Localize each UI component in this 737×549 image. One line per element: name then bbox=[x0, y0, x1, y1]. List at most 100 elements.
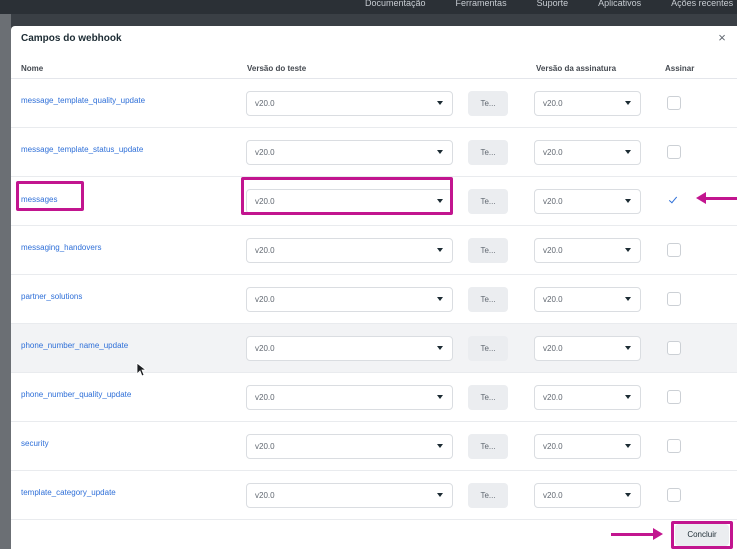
table-row: message_template_status_update v20.0 Te...… bbox=[11, 128, 737, 177]
test-version-value: v20.0 bbox=[255, 246, 275, 255]
test-version-select[interactable]: v20.0 bbox=[246, 140, 453, 165]
test-button[interactable]: Te... bbox=[468, 140, 508, 165]
test-version-select[interactable]: v20.0 bbox=[246, 385, 453, 410]
test-version-value: v20.0 bbox=[255, 344, 275, 353]
subscribe-checkbox[interactable] bbox=[667, 243, 681, 257]
top-nav-item-apps[interactable]: Aplicativos bbox=[598, 0, 641, 8]
subscribe-checkbox[interactable] bbox=[667, 145, 681, 159]
field-name-link[interactable]: template_category_update bbox=[21, 488, 116, 497]
background-page bbox=[0, 14, 11, 549]
field-name-link[interactable]: message_template_status_update bbox=[21, 145, 143, 154]
chevron-down-icon bbox=[625, 248, 631, 252]
test-button[interactable]: Te... bbox=[468, 434, 508, 459]
webhook-fields-modal: Campos do webhook × Nome Versão do teste… bbox=[11, 26, 737, 549]
test-version-select[interactable]: v20.0 bbox=[246, 189, 453, 214]
test-version-value: v20.0 bbox=[255, 148, 275, 157]
modal-title: Campos do webhook bbox=[21, 33, 122, 44]
test-button[interactable]: Te... bbox=[468, 483, 508, 508]
field-name-link[interactable]: messages bbox=[21, 195, 57, 204]
subscription-version-select[interactable]: v20.0 bbox=[534, 140, 641, 165]
subscription-version-value: v20.0 bbox=[543, 393, 563, 402]
subscribe-checkbox[interactable] bbox=[667, 439, 681, 453]
chevron-down-icon bbox=[625, 395, 631, 399]
chevron-down-icon bbox=[625, 199, 631, 203]
field-name-link[interactable]: security bbox=[21, 439, 49, 448]
subscription-version-select[interactable]: v20.0 bbox=[534, 91, 641, 116]
subscription-version-select[interactable]: v20.0 bbox=[534, 385, 641, 410]
test-button[interactable]: Te... bbox=[468, 287, 508, 312]
subscribe-checkbox[interactable] bbox=[667, 341, 681, 355]
test-version-select[interactable]: v20.0 bbox=[246, 287, 453, 312]
field-name-link[interactable]: partner_solutions bbox=[21, 292, 82, 301]
top-nav-item-support[interactable]: Suporte bbox=[537, 0, 569, 8]
chevron-down-icon bbox=[437, 444, 443, 448]
test-button[interactable]: Te... bbox=[468, 238, 508, 263]
chevron-down-icon bbox=[437, 101, 443, 105]
subscription-version-select[interactable]: v20.0 bbox=[534, 189, 641, 214]
column-header-test-version: Versão do teste bbox=[247, 64, 307, 73]
subscription-version-value: v20.0 bbox=[543, 246, 563, 255]
test-version-value: v20.0 bbox=[255, 295, 275, 304]
chevron-down-icon bbox=[625, 101, 631, 105]
subscribe-checkbox[interactable] bbox=[667, 194, 681, 208]
subscribe-checkbox[interactable] bbox=[667, 292, 681, 306]
subscribe-checkbox[interactable] bbox=[667, 96, 681, 110]
subscription-version-value: v20.0 bbox=[543, 148, 563, 157]
test-version-value: v20.0 bbox=[255, 491, 275, 500]
table-row: security v20.0 Te... v20.0 bbox=[11, 422, 737, 471]
table-row: phone_number_quality_update v20.0 Te... v20… bbox=[11, 373, 737, 422]
chevron-down-icon bbox=[437, 248, 443, 252]
chevron-down-icon bbox=[625, 493, 631, 497]
subscribe-checkbox[interactable] bbox=[667, 488, 681, 502]
subscription-version-select[interactable]: v20.0 bbox=[534, 238, 641, 263]
test-version-select[interactable]: v20.0 bbox=[246, 336, 453, 361]
subscribe-checkbox[interactable] bbox=[667, 390, 681, 404]
test-version-select[interactable]: v20.0 bbox=[246, 91, 453, 116]
table-row: message_template_quality_update v20.0 Te..… bbox=[11, 79, 737, 128]
subscription-version-select[interactable]: v20.0 bbox=[534, 434, 641, 459]
subscription-version-value: v20.0 bbox=[543, 344, 563, 353]
close-icon[interactable]: × bbox=[713, 29, 731, 47]
subscription-version-value: v20.0 bbox=[543, 442, 563, 451]
test-version-value: v20.0 bbox=[255, 393, 275, 402]
table-row: messaging_handovers v20.0 Te... v20.0 bbox=[11, 226, 737, 275]
column-header-subscribe: Assinar bbox=[665, 64, 695, 73]
modal-header: Campos do webhook × bbox=[11, 26, 737, 56]
test-version-select[interactable]: v20.0 bbox=[246, 483, 453, 508]
test-version-value: v20.0 bbox=[255, 99, 275, 108]
test-version-select[interactable]: v20.0 bbox=[246, 238, 453, 263]
test-button[interactable]: Te... bbox=[468, 91, 508, 116]
top-nav-item-recent[interactable]: Ações recentes bbox=[671, 0, 733, 8]
subscription-version-select[interactable]: v20.0 bbox=[534, 287, 641, 312]
table-row: partner_solutions v20.0 Te... v20.0 bbox=[11, 275, 737, 324]
chevron-down-icon bbox=[437, 297, 443, 301]
subscription-version-value: v20.0 bbox=[543, 491, 563, 500]
field-name-link[interactable]: phone_number_name_update bbox=[21, 341, 128, 350]
test-version-value: v20.0 bbox=[255, 442, 275, 451]
subscription-version-select[interactable]: v20.0 bbox=[534, 483, 641, 508]
table-row: template_category_update v20.0 Te... v20.0 bbox=[11, 471, 737, 520]
chevron-down-icon bbox=[437, 395, 443, 399]
subscription-version-value: v20.0 bbox=[543, 197, 563, 206]
top-nav-item-tools[interactable]: Ferramentas bbox=[456, 0, 507, 8]
test-button[interactable]: Te... bbox=[468, 385, 508, 410]
table-row: phone_number_name_update v20.0 Te... v20.0 bbox=[11, 324, 737, 373]
test-version-select[interactable]: v20.0 bbox=[246, 434, 453, 459]
checkmark-icon bbox=[668, 194, 678, 204]
test-button[interactable]: Te... bbox=[468, 189, 508, 214]
done-button[interactable]: Concluir bbox=[675, 524, 729, 546]
chevron-down-icon bbox=[437, 199, 443, 203]
test-button[interactable]: Te... bbox=[468, 336, 508, 361]
field-name-link[interactable]: message_template_quality_update bbox=[21, 96, 145, 105]
top-nav: Documentação Ferramentas Suporte Aplicat… bbox=[365, 0, 733, 14]
top-nav-bar: Documentação Ferramentas Suporte Aplicat… bbox=[0, 0, 737, 14]
chevron-down-icon bbox=[437, 346, 443, 350]
mouse-pointer-icon bbox=[136, 362, 148, 377]
subscription-version-select[interactable]: v20.0 bbox=[534, 336, 641, 361]
chevron-down-icon bbox=[437, 493, 443, 497]
top-nav-item-docs[interactable]: Documentação bbox=[365, 0, 426, 8]
chevron-down-icon bbox=[625, 150, 631, 154]
field-name-link[interactable]: phone_number_quality_update bbox=[21, 390, 131, 399]
field-name-link[interactable]: messaging_handovers bbox=[21, 243, 102, 252]
chevron-down-icon bbox=[625, 444, 631, 448]
